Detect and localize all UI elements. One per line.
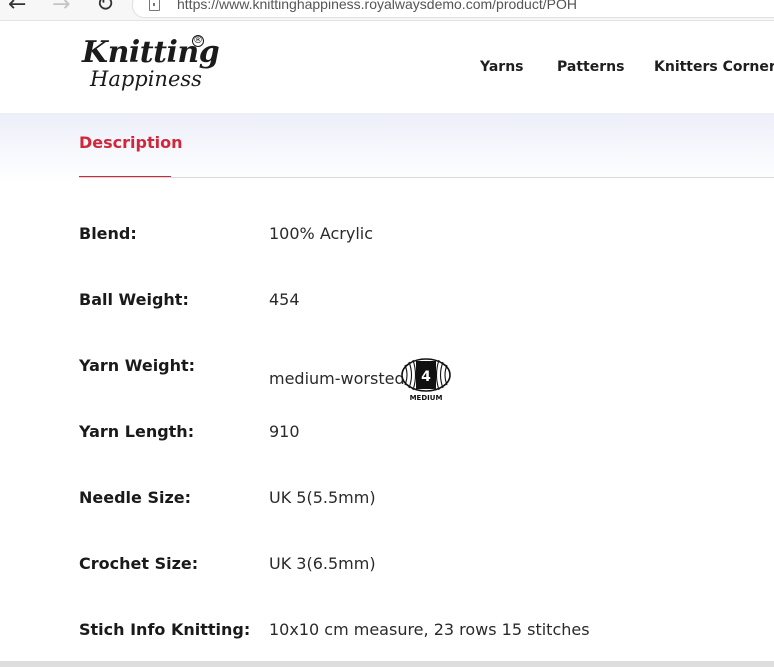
yarn-skein-graphic: 4: [401, 358, 451, 392]
spec-value-yarn-weight: medium-worsted: [269, 369, 405, 388]
url-text[interactable]: https://www.knittinghappiness.royalwaysd…: [177, 0, 577, 12]
spec-label-needle-size: Needle Size:: [79, 488, 192, 507]
spec-label-blend: Blend:: [79, 224, 137, 243]
browser-toolbar: ← → ↻ https://www.knittinghappiness.roya…: [0, 0, 774, 21]
spec-value-ball-weight: 454: [269, 290, 300, 309]
nav-link-knitters-corner[interactable]: Knitters Corner: [654, 59, 774, 75]
spec-label-yarn-weight: Yarn Weight:: [79, 356, 196, 375]
spec-value-stitch-info-knitting: 10x10 cm measure, 23 rows 15 stitches: [269, 620, 590, 639]
yarn-weight-badge-label: MEDIUM: [409, 394, 443, 402]
yarn-weight-symbol-icon: 4 MEDIUM: [401, 357, 451, 403]
spec-value-blend: 100% Acrylic: [269, 224, 374, 243]
main-nav: Yarns Patterns Knitters Corner: [0, 59, 774, 79]
yarn-weight-number: 4: [421, 369, 431, 385]
spec-value-needle-size: UK 5(5.5mm): [269, 488, 376, 507]
tab-description[interactable]: Description: [79, 133, 182, 152]
spec-value-crochet-size: UK 3(6.5mm): [269, 554, 376, 573]
page-info-icon[interactable]: [149, 0, 160, 11]
spec-label-stitch-info-knitting: Stich Info Knitting:: [79, 620, 251, 639]
spec-label-ball-weight: Ball Weight:: [79, 290, 189, 309]
nav-link-yarns[interactable]: Yarns: [480, 59, 524, 75]
bottom-divider: [0, 661, 774, 667]
site-header: Knitting Happiness ® Yarns Patterns Knit…: [0, 21, 774, 113]
forward-arrow-icon[interactable]: →: [52, 0, 70, 16]
spec-label-yarn-length: Yarn Length:: [79, 422, 195, 441]
address-bar[interactable]: https://www.knittinghappiness.royalwaysd…: [132, 0, 774, 18]
back-arrow-icon[interactable]: ←: [8, 0, 26, 16]
registered-mark: ®: [192, 35, 204, 47]
tab-divider: [79, 177, 774, 178]
page: ← → ↻ https://www.knittinghappiness.roya…: [0, 0, 774, 667]
spec-label-crochet-size: Crochet Size:: [79, 554, 199, 573]
spec-value-yarn-length: 910: [269, 422, 300, 441]
nav-link-patterns[interactable]: Patterns: [557, 59, 624, 75]
reload-icon[interactable]: ↻: [96, 0, 114, 16]
